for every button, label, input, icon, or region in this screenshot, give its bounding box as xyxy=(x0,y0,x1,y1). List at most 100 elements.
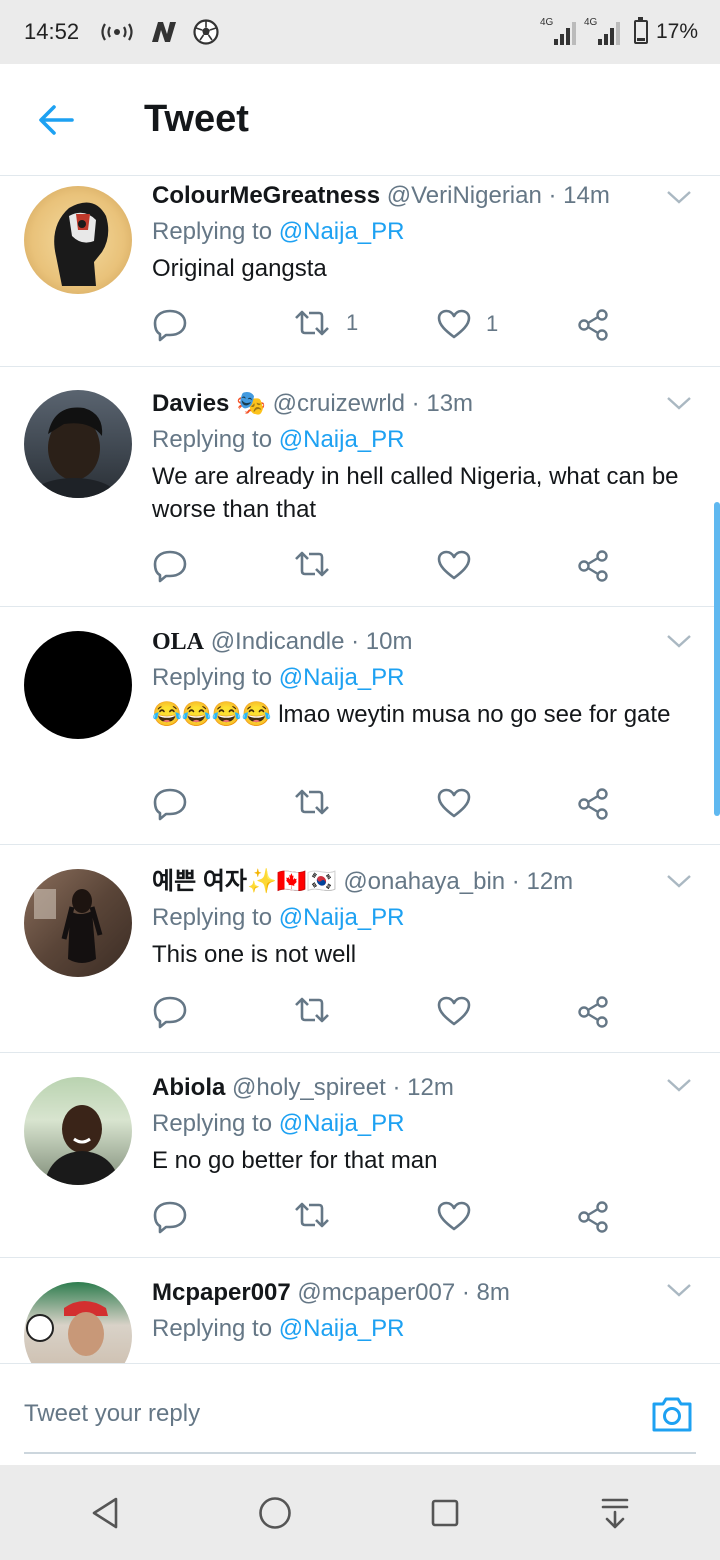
like-button[interactable] xyxy=(436,549,472,581)
page-title: Tweet xyxy=(144,98,249,140)
retweet-button[interactable] xyxy=(292,1200,332,1230)
display-name[interactable]: Abiola xyxy=(152,1074,225,1101)
back-button[interactable] xyxy=(0,64,112,176)
avatar[interactable] xyxy=(24,390,132,498)
display-name[interactable]: OLA xyxy=(152,629,204,655)
tweet-menu-button[interactable] xyxy=(666,1077,692,1098)
tweet-actions xyxy=(152,1200,622,1240)
circle-home-icon xyxy=(259,1496,291,1529)
display-name[interactable]: 예쁜 여자✨🇨🇦🇰🇷 xyxy=(152,868,337,895)
replying-to: Replying to @Naija_PR xyxy=(152,664,405,691)
heart-icon xyxy=(437,550,471,580)
reply-button[interactable] xyxy=(152,995,188,1029)
share-button[interactable] xyxy=(576,787,610,821)
mention-link[interactable]: @Naija_PR xyxy=(279,1315,405,1342)
triangle-back-icon xyxy=(92,1497,118,1528)
timestamp: 12m xyxy=(526,868,574,895)
share-button[interactable] xyxy=(576,1200,610,1234)
mention-link[interactable]: @Naija_PR xyxy=(279,904,405,931)
network-type-label: 4G xyxy=(539,17,554,28)
tweet[interactable]: 예쁜 여자✨🇨🇦🇰🇷 @onahaya_bin · 12m Replying t… xyxy=(0,845,720,1053)
like-button[interactable] xyxy=(436,1200,472,1232)
like-button[interactable] xyxy=(436,995,472,1027)
like-button[interactable] xyxy=(436,787,472,819)
tweet-menu-button[interactable] xyxy=(666,1282,692,1303)
retweet-button[interactable] xyxy=(292,787,332,817)
reply-button[interactable] xyxy=(152,549,188,583)
tweet-actions xyxy=(152,995,622,1035)
input-underline xyxy=(24,1452,696,1454)
tweet-text: This one is not well xyxy=(152,941,357,968)
signal-strength-icon: 4G xyxy=(539,17,576,45)
tweet-actions xyxy=(152,787,622,827)
user-handle[interactable]: @VeriNigerian xyxy=(387,182,542,209)
display-name[interactable]: ColourMeGreatness xyxy=(152,182,380,209)
replying-to: Replying to @Naija_PR xyxy=(152,218,405,245)
avatar[interactable] xyxy=(24,186,132,294)
share-button[interactable] xyxy=(576,995,610,1029)
network-type-label: 4G xyxy=(583,17,598,28)
tweet-menu-button[interactable] xyxy=(666,189,692,210)
tweet[interactable]: Mcpaper007 @mcpaper007 · 8m Replying to … xyxy=(0,1258,720,1363)
user-handle[interactable]: @Indicandle xyxy=(211,628,345,655)
reply-button[interactable] xyxy=(152,308,188,342)
like-button[interactable]: 1 xyxy=(436,308,498,340)
heart-icon xyxy=(437,996,471,1026)
reply-feed[interactable]: ColourMeGreatness @VeriNigerian · 14m Re… xyxy=(0,177,720,1363)
nav-notifications-button[interactable] xyxy=(570,1468,660,1558)
avatar[interactable] xyxy=(24,1282,132,1363)
reply-input[interactable]: Tweet your reply xyxy=(24,1400,200,1428)
reply-button[interactable] xyxy=(152,787,188,821)
nav-recents-button[interactable] xyxy=(400,1468,490,1558)
battery-percent: 17% xyxy=(655,20,698,43)
retweet-icon xyxy=(295,997,329,1023)
replying-to: Replying to @Naija_PR xyxy=(152,1110,405,1137)
chevron-down-icon xyxy=(667,397,691,410)
avatar[interactable] xyxy=(24,631,132,739)
tweet[interactable]: OLA @Indicandle · 10m Replying to @Naija… xyxy=(0,607,720,845)
share-button[interactable] xyxy=(576,549,610,583)
reply-button[interactable] xyxy=(152,1200,188,1234)
status-time: 14:52 xyxy=(24,19,80,44)
replying-to: Replying to @Naija_PR xyxy=(152,426,405,453)
tweet[interactable]: ColourMeGreatness @VeriNigerian · 14m Re… xyxy=(0,177,720,367)
display-name[interactable]: Mcpaper007 xyxy=(152,1279,291,1306)
system-nav-bar xyxy=(0,1465,720,1560)
mention-link[interactable]: @Naija_PR xyxy=(279,664,405,691)
tweet-menu-button[interactable] xyxy=(666,395,692,416)
avatar[interactable] xyxy=(24,869,132,977)
tweet-menu-button[interactable] xyxy=(666,873,692,894)
replying-to: Replying to @Naija_PR xyxy=(152,1315,405,1342)
mention-link[interactable]: @Naija_PR xyxy=(279,1110,405,1137)
user-handle[interactable]: @onahaya_bin xyxy=(343,868,505,895)
timestamp: 10m xyxy=(365,628,413,655)
user-handle[interactable]: @mcpaper007 xyxy=(297,1279,455,1306)
share-button[interactable] xyxy=(576,308,610,342)
hotspot-icon xyxy=(99,21,135,43)
user-handle[interactable]: @holy_spireet xyxy=(232,1074,386,1101)
camera-button[interactable] xyxy=(650,1394,694,1439)
tweet-actions xyxy=(152,549,622,589)
scrollbar[interactable] xyxy=(714,502,720,816)
share-icon xyxy=(578,309,608,341)
avatar[interactable] xyxy=(24,1077,132,1185)
retweet-button[interactable] xyxy=(292,995,332,1025)
tweet[interactable]: Abiola @holy_spireet · 12m Replying to @… xyxy=(0,1053,720,1258)
camera-icon xyxy=(652,1397,692,1432)
nav-home-button[interactable] xyxy=(230,1468,320,1558)
retweet-button[interactable]: 1 xyxy=(292,308,358,338)
reply-icon xyxy=(153,788,187,821)
tweet-menu-button[interactable] xyxy=(666,633,692,654)
tweet[interactable]: Davies 🎭 @cruizewrld · 13m Replying to @… xyxy=(0,367,720,607)
heart-icon xyxy=(437,1201,471,1231)
retweet-button[interactable] xyxy=(292,549,332,579)
timestamp: 12m xyxy=(407,1074,454,1101)
back-arrow-icon xyxy=(39,104,74,135)
mention-link[interactable]: @Naija_PR xyxy=(279,426,405,453)
display-name[interactable]: Davies xyxy=(152,390,229,417)
user-handle[interactable]: @cruizewrld xyxy=(273,390,405,417)
reply-icon xyxy=(153,996,187,1029)
nav-back-button[interactable] xyxy=(60,1468,150,1558)
mention-link[interactable]: @Naija_PR xyxy=(279,218,405,245)
retweet-icon xyxy=(295,310,329,336)
